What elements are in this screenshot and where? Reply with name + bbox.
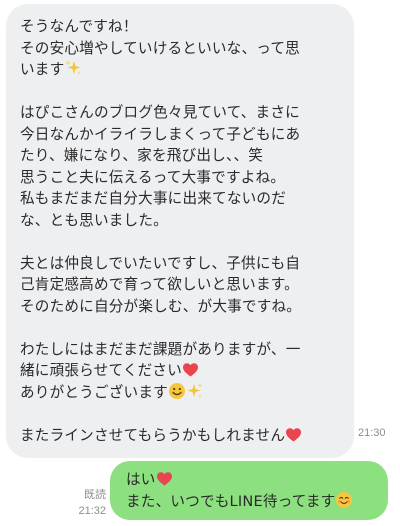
message-line: 私もまだまだ自分大事に出来てないのだ (20, 190, 286, 207)
message-paragraph: はぴこさんのブログ色々見ていて、まさに 今日なんかイライラしまくって子どもにあ … (20, 102, 340, 231)
heart-icon (285, 427, 302, 443)
message-line: 夫とは仲良しでいたいですし、子供にも自 (20, 254, 301, 272)
message-line: な、とも思いました。 (20, 211, 168, 229)
sparkles-icon (64, 59, 82, 77)
message-line: はい (126, 469, 374, 491)
message-paragraph: わたしにはまだまだ課題がありますが、一 緒に頑張らせてください ありがとうござい… (20, 339, 340, 404)
message-status: 既読 21:32 (60, 487, 106, 519)
message-paragraph: またラインさせてもらうかもしれません (20, 425, 340, 447)
message-line: また、いつでもLINE待ってます (126, 491, 374, 513)
message-line: またラインさせてもらうかもしれません (20, 425, 340, 447)
blush-smiley-icon (335, 491, 353, 509)
chat-thread: そうなんですね！ その安心増やしていけるといいな、って思 います はぴこさんのブ… (0, 0, 400, 526)
heart-icon (182, 362, 199, 378)
smiley-sparkles-icon (168, 382, 204, 400)
message-line: たり、嫌になり、家を飛び出し、、笑 (20, 147, 264, 164)
message-line: そのために自分が楽しむ、が大事ですね。 (20, 297, 302, 315)
message-line: はぴこさんのブログ色々見ていて、まさに (20, 104, 300, 121)
read-receipt-label: 既読 (84, 489, 106, 501)
incoming-message-bubble[interactable]: そうなんですね！ その安心増やしていけるといいな、って思 います はぴこさんのブ… (6, 4, 354, 458)
message-timestamp: 21:30 (358, 427, 386, 439)
message-line: そうなんですね！ (20, 18, 138, 35)
message-line: 思うこと夫に伝えるって大事ですよね。 (20, 168, 286, 186)
message-paragraph: そうなんですね！ その安心増やしていけるといいな、って思 います (20, 16, 340, 81)
message-paragraph: 夫とは仲良しでいたいですし、子供にも自 己肯定感高めで育って欲しいと思います。 … (20, 253, 340, 318)
message-line: います (20, 59, 340, 81)
heart-icon (156, 471, 173, 487)
outgoing-message-bubble[interactable]: はい また、いつでもLINE待ってます (110, 461, 388, 520)
message-line: ありがとうございます (20, 382, 340, 404)
message-timestamp: 21:32 (78, 505, 106, 517)
message-line: 緒に頑張らせてください (20, 360, 340, 382)
message-line: その安心増やしていけるといいな、って思 (20, 39, 300, 57)
message-line: わたしにはまだまだ課題がありますが、一 (20, 340, 301, 358)
message-line: 今日なんかイライラしまくって子どもにあ (20, 125, 301, 143)
message-line: 己肯定感高めで育って欲しいと思います。 (20, 276, 299, 293)
